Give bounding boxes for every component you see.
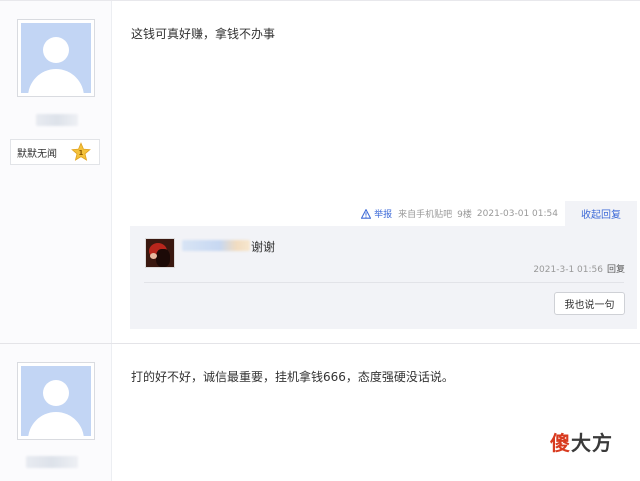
author-avatar[interactable] — [17, 19, 95, 97]
reply-time: 2021-3-1 01:56 — [533, 265, 603, 275]
reply-author-blurred[interactable] — [182, 240, 250, 251]
post-source: 来自手机贴吧 — [398, 210, 453, 220]
reply-avatar[interactable] — [145, 238, 175, 268]
level-badge[interactable]: 默默无闻 1 — [10, 139, 100, 165]
top-divider — [0, 0, 640, 1]
post-content: 打的好不好，诚信最重要，挂机拿钱666，态度强硬没话说。 — [131, 370, 454, 384]
author-name-blurred[interactable] — [36, 114, 78, 126]
report-label[interactable]: 举报 — [374, 207, 392, 220]
level-number: 1 — [79, 149, 84, 157]
author-avatar[interactable] — [17, 362, 95, 440]
post-meta: 举报 来自手机贴吧 9楼 2021-03-01 01:54 — [361, 207, 558, 220]
post-divider — [0, 343, 640, 344]
reply-separator — [144, 282, 624, 283]
reply-text: 谢谢 — [251, 240, 276, 254]
level-star-icon: 1 — [71, 142, 91, 161]
report-warning-icon — [361, 208, 372, 219]
reply-meta: 2021-3-1 01:56 回复 — [533, 262, 625, 275]
level-title: 默默无闻 — [17, 148, 57, 160]
watermark: 傻大方 — [550, 431, 613, 455]
reply-link[interactable]: 回复 — [607, 265, 625, 275]
post-floor: 9楼 — [457, 210, 472, 220]
collapse-reply-button[interactable]: 收起回复 — [565, 201, 637, 226]
author-name-blurred[interactable] — [26, 456, 78, 468]
post-content: 这钱可真好赚，拿钱不办事 — [131, 27, 276, 41]
report-link[interactable]: 举报 — [361, 207, 392, 220]
say-something-button[interactable]: 我也说一句 — [554, 292, 625, 315]
reply-box: 谢谢 2021-3-1 01:56 回复 我也说一句 — [130, 226, 637, 329]
post-time: 2021-03-01 01:54 — [476, 208, 558, 219]
